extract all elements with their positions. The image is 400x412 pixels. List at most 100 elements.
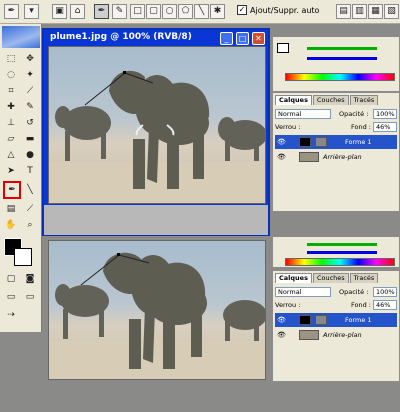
document-scroll-area <box>44 205 268 235</box>
color-ramp-2[interactable] <box>285 258 395 266</box>
custom-shape-icon[interactable]: ✱ <box>210 4 225 19</box>
hand-icon[interactable]: ✋ <box>3 218 19 232</box>
blur-icon[interactable]: △ <box>3 148 19 162</box>
layer-row-background-2[interactable]: 👁 Arrière-plan <box>275 328 397 342</box>
tab-layers[interactable]: Calques <box>275 95 312 105</box>
rounded-rectangle-icon[interactable]: ▢ <box>146 4 161 19</box>
eraser-icon[interactable]: ▱ <box>3 132 19 146</box>
rectangle-icon[interactable]: □ <box>130 4 145 19</box>
brush-icon[interactable]: ✎ <box>22 100 38 114</box>
close-icon[interactable]: ✕ <box>252 32 265 45</box>
tab-paths[interactable]: Tracés <box>349 95 379 105</box>
layer-thumbnail <box>299 152 319 162</box>
screen-mode-2-icon[interactable]: ▭ <box>22 290 38 304</box>
layer-thumbnail <box>299 137 311 147</box>
tab-channels-2[interactable]: Couches <box>312 273 349 283</box>
fill-label-2: Fond : <box>351 301 371 309</box>
fill-label: Fond : <box>351 123 371 131</box>
healing-icon[interactable]: ✚ <box>3 100 19 114</box>
layer-name: Arrière-plan <box>323 331 362 339</box>
lock-label-2: Verrou : <box>275 301 301 309</box>
blend-mode-select[interactable]: Normal <box>275 109 331 119</box>
eye-icon[interactable]: 👁 <box>277 150 286 164</box>
freeform-pen-icon[interactable]: ✎ <box>112 4 127 19</box>
standard-mode-icon[interactable]: ▢ <box>3 272 19 286</box>
tab-channels[interactable]: Couches <box>312 95 349 105</box>
subtract-icon[interactable]: ▥ <box>352 4 367 19</box>
fill-input-2[interactable]: 46% <box>373 300 397 310</box>
move-icon[interactable]: ✥ <box>22 52 38 66</box>
line-shape-icon[interactable]: ╲ <box>22 183 38 197</box>
status-area <box>0 384 400 412</box>
autoadd-checkbox[interactable]: ✓ <box>237 5 247 15</box>
layers-panel: Calques Couches Tracés Normal Opacité : … <box>272 92 400 212</box>
marquee-icon[interactable]: ⬚ <box>3 52 19 66</box>
crop-icon[interactable]: ⌗ <box>3 84 19 98</box>
layer-thumbnail <box>299 315 311 325</box>
zoom-icon[interactable]: ⌕ <box>22 218 38 232</box>
layer-row-forme1[interactable]: 👁 Forme 1 <box>275 135 397 149</box>
stamp-icon[interactable]: ⊥ <box>3 116 19 130</box>
magic-wand-icon[interactable]: ✦ <box>22 68 38 82</box>
notes-icon[interactable]: ▤ <box>3 202 19 216</box>
maximize-icon[interactable]: □ <box>236 32 249 45</box>
image-canvas[interactable] <box>48 46 266 204</box>
minimize-icon[interactable]: _ <box>220 32 233 45</box>
lock-label: Verrou : <box>275 123 301 131</box>
jump-to-imageready-icon[interactable]: ⇢ <box>3 308 19 322</box>
eyedropper-icon[interactable]: ⟋ <box>22 202 38 216</box>
path-select-icon[interactable]: ➤ <box>3 164 19 178</box>
vector-mask-thumbnail <box>315 137 327 147</box>
layer-name: Forme 1 <box>345 138 372 146</box>
layer-name: Forme 1 <box>345 316 372 324</box>
opacity-input[interactable]: 100% <box>373 109 397 119</box>
blend-mode-select-2[interactable]: Normal <box>275 287 331 297</box>
tab-layers-2[interactable]: Calques <box>275 273 312 283</box>
dodge-icon[interactable]: ● <box>22 148 38 162</box>
color-panel-2 <box>272 236 400 268</box>
autoadd-label: Ajout/Suppr. auto <box>250 6 320 15</box>
chevron-down-icon[interactable]: ▾ <box>24 4 39 19</box>
layers-panel-2: Calques Couches Tracés Normal Opacité : … <box>272 270 400 382</box>
green-slider[interactable] <box>307 47 377 50</box>
polygon-icon[interactable]: ⬠ <box>178 4 193 19</box>
opacity-input-2[interactable]: 100% <box>373 287 397 297</box>
eye-icon[interactable]: 👁 <box>277 313 286 327</box>
layer-row-forme1-2[interactable]: 👁 Forme 1 <box>275 313 397 327</box>
exclude-icon[interactable]: ▧ <box>384 4 399 19</box>
feather-logo <box>2 26 40 48</box>
background-color-swatch[interactable] <box>14 248 32 266</box>
eye-icon[interactable]: 👁 <box>277 135 286 149</box>
image-canvas-2[interactable] <box>48 240 266 380</box>
intersect-icon[interactable]: ▦ <box>368 4 383 19</box>
layer-thumbnail <box>299 330 319 340</box>
ellipse-icon[interactable]: ○ <box>162 4 177 19</box>
quickmask-icon[interactable]: ◙ <box>22 272 38 286</box>
green-slider-2[interactable] <box>307 243 377 246</box>
lasso-icon[interactable]: ◌ <box>3 68 19 82</box>
vector-mask-thumbnail <box>315 315 327 325</box>
gradient-icon[interactable]: ▬ <box>22 132 38 146</box>
pen-icon[interactable]: ✒ <box>4 183 20 197</box>
blue-slider[interactable] <box>307 57 377 60</box>
type-icon[interactable]: T <box>22 164 38 178</box>
color-panel <box>272 36 400 92</box>
slice-icon[interactable]: ⟋ <box>22 84 38 98</box>
combine-icon[interactable]: ▤ <box>336 4 351 19</box>
color-swatch[interactable] <box>277 43 289 53</box>
options-bar: ✒ ▾ ▣ ⌂ ✒ ✎ □ ▢ ○ ⬠ ╲ ✱ ✓ Ajout/Suppr. a… <box>0 0 400 24</box>
shape-layers-icon[interactable]: ▣ <box>52 4 67 19</box>
color-ramp[interactable] <box>285 73 395 81</box>
tab-paths-2[interactable]: Tracés <box>349 273 379 283</box>
paths-icon[interactable]: ⌂ <box>70 4 85 19</box>
pen-tool-option-icon[interactable]: ✒ <box>94 4 109 19</box>
screen-mode-1-icon[interactable]: ▭ <box>3 290 19 304</box>
eye-icon[interactable]: 👁 <box>277 328 286 342</box>
history-brush-icon[interactable]: ↺ <box>22 116 38 130</box>
line-icon[interactable]: ╲ <box>194 4 209 19</box>
blue-slider-2[interactable] <box>307 251 377 254</box>
elephant-photo <box>49 70 265 203</box>
fill-input[interactable]: 46% <box>373 122 397 132</box>
layer-row-background[interactable]: 👁 Arrière-plan <box>275 150 397 164</box>
pen-icon[interactable]: ✒ <box>4 4 19 19</box>
